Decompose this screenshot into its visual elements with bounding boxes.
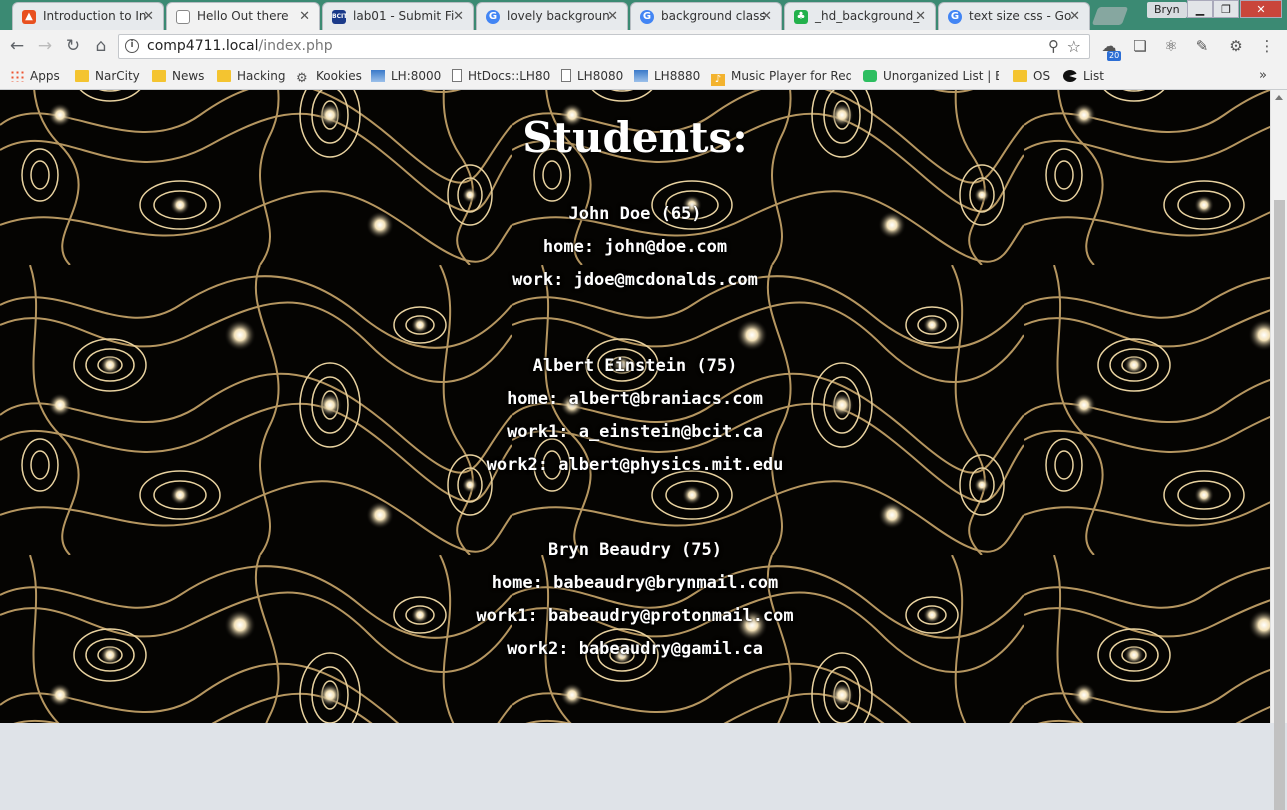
info-icon[interactable]: i [125,39,139,53]
close-icon[interactable]: ✕ [761,3,772,30]
google-icon: G [640,10,654,24]
new-tab-button[interactable] [1091,7,1129,25]
folder-icon [75,70,89,82]
pacman-icon [1063,70,1077,82]
browser-chrome: ▲ Introduction to In ✕ Hello Out there ✕… [0,0,1287,90]
page-title: Students: [522,113,748,162]
student-name: John Doe (65) [568,204,702,224]
address-bar[interactable]: i comp4711.local/index.php ⚲ ☆ [118,34,1090,59]
gear-icon: ⚙ [296,71,308,86]
bookmarks-bar: Apps NarCity News Hacking ⚙ Kookies LH:80… [0,63,1287,90]
leaf-icon: ♣ [794,10,808,24]
maximize-button[interactable]: ❐ [1213,0,1239,18]
bookmark-kookies[interactable]: ⚙ Kookies [296,63,362,89]
extension-copy-icon[interactable]: ❏ [1131,37,1149,55]
tab-lovely-background[interactable]: G lovely backgroun ✕ [476,2,628,30]
scrollbar-thumb[interactable] [1274,200,1285,810]
tab-introduction[interactable]: ▲ Introduction to In ✕ [12,2,164,30]
close-icon[interactable]: ✕ [607,3,618,30]
toolbar: ← → ↻ ⌂ i comp4711.local/index.php ⚲ ☆ ☁… [0,30,1287,63]
student-email: work2: babeaudry@gamil.ca [507,639,763,659]
bookmark-lh8000[interactable]: LH:8000 [371,63,441,89]
page-icon [561,69,571,82]
forward-arrow-icon[interactable]: → [34,35,56,57]
minimize-button[interactable]: ▁ [1187,0,1213,18]
extension-react-icon[interactable]: ⚛ [1162,37,1180,55]
bookmark-narcity[interactable]: NarCity [75,63,140,89]
extension-pen-icon[interactable]: ✎ [1193,37,1211,55]
bookmark-list[interactable]: List [1063,63,1104,89]
google-icon: G [948,10,962,24]
scroll-up-arrow-icon[interactable] [1275,95,1283,100]
image-icon [371,70,385,82]
tab-hd-background[interactable]: ♣ _hd_background_ ✕ [784,2,936,30]
tab-title: text size css - Go [969,9,1072,23]
student-name: Albert Einstein (75) [532,356,738,376]
folder-icon [152,70,166,82]
evernote-icon [863,70,877,82]
bookmark-apps[interactable]: Apps [10,63,60,89]
tab-strip: ▲ Introduction to In ✕ Hello Out there ✕… [0,0,1287,30]
search-icon[interactable]: ⚲ [1048,35,1059,58]
tab-title: lovely backgroun [507,9,610,23]
student-email: work2: albert@physics.mit.edu [486,455,784,475]
tab-title: background class [661,9,766,23]
extension-badge: 20 [1107,51,1122,61]
bookmark-hacking[interactable]: Hacking [217,63,285,89]
back-arrow-icon[interactable]: ← [6,35,28,57]
page-content: Students: John Doe (65) home: john@doe.c… [0,90,1270,723]
bookmark-music-player[interactable]: ♪ Music Player for Redc [711,63,851,89]
tab-text-size-css[interactable]: G text size css - Go ✕ [938,2,1090,30]
star-icon[interactable]: ☆ [1067,35,1081,58]
close-icon[interactable]: ✕ [915,3,926,30]
profile-button[interactable]: Bryn [1147,2,1187,18]
student-email: home: john@doe.com [542,237,728,257]
bookmark-lh8080[interactable]: LH8080 [561,63,623,89]
student-name: Bryn Beaudry (75) [548,540,722,560]
vertical-scrollbar[interactable] [1270,90,1287,810]
student-email: work: jdoe@mcdonalds.com [512,270,758,290]
tab-title: Hello Out there [197,9,289,23]
google-icon: G [486,10,500,24]
bookmark-lh8880[interactable]: LH8880 [634,63,700,89]
extension-gear-icon[interactable]: ⚙ [1227,37,1245,55]
fire-icon: ▲ [22,10,36,24]
home-icon[interactable]: ⌂ [90,35,112,57]
folder-icon [217,70,231,82]
close-icon[interactable]: ✕ [299,3,310,30]
image-icon [634,70,648,82]
music-icon: ♪ [711,74,725,86]
close-window-button[interactable]: ✕ [1240,0,1282,18]
chevron-right-icon[interactable]: » [1259,63,1267,89]
student-email: home: babeaudry@brynmail.com [491,573,779,593]
menu-icon[interactable]: ⋮ [1258,37,1276,55]
student-email: work1: babeaudry@protonmail.com [476,606,794,626]
student-email: work1: a_einstein@bcit.ca [507,422,763,442]
student-email: home: albert@braniacs.com [507,389,763,409]
close-icon[interactable]: ✕ [1069,3,1080,30]
folder-icon [1013,70,1027,82]
url-text: comp4711.local/index.php [147,38,333,54]
bookmark-htdocs[interactable]: HtDocs::LH80 [452,63,550,89]
bookmark-unorganized-list[interactable]: Unorganized List | Ev [863,63,999,89]
tab-title: Introduction to In [43,9,147,23]
bookmark-os[interactable]: OS [1013,63,1050,89]
page-icon [452,69,462,82]
page-icon [176,10,190,24]
tab-title: _hd_background_ [815,9,920,23]
reload-icon[interactable]: ↻ [62,35,84,57]
close-icon[interactable]: ✕ [143,3,154,30]
tab-lab01[interactable]: BCIT lab01 - Submit Fi ✕ [322,2,474,30]
apps-icon [10,70,24,82]
tab-background-class[interactable]: G background class ✕ [630,2,782,30]
bookmark-news[interactable]: News [152,63,204,89]
tab-title: lab01 - Submit Fi [353,9,455,23]
tab-hello-out-there[interactable]: Hello Out there ✕ [166,2,320,30]
close-icon[interactable]: ✕ [453,3,464,30]
bcit-icon: BCIT [332,10,347,24]
